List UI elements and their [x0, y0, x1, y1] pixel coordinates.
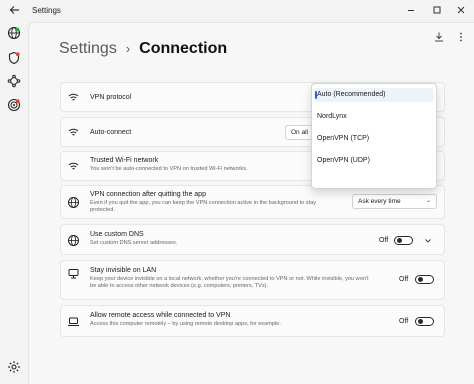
invisible-lan-toggle[interactable] — [415, 275, 434, 284]
target-icon[interactable] — [7, 98, 21, 112]
wifi-icon — [68, 93, 79, 101]
breadcrumb: Settings › Connection — [59, 40, 227, 58]
vpn-protocol-dropdown: Auto (Recommended) NordLynx OpenVPN (TCP… — [311, 83, 437, 189]
globe-icon — [68, 235, 79, 246]
breadcrumb-settings[interactable]: Settings — [59, 40, 117, 58]
page-title: Connection — [139, 40, 228, 57]
invisible-lan-state: Off — [399, 276, 409, 283]
auto-connect-title: Auto-connect — [90, 129, 132, 136]
close-icon[interactable] — [454, 3, 468, 17]
custom-dns-description: Set custom DNS server addresses. — [90, 240, 178, 246]
chevron-down-icon[interactable] — [424, 237, 432, 245]
dropdown-option-openvpn-tcp[interactable]: OpenVPN (TCP) — [317, 135, 369, 142]
after-quit-value: Ask every time — [358, 198, 401, 205]
invisible-lan-title: Stay invisible on LAN — [90, 267, 157, 274]
remote-access-state: Off — [399, 318, 409, 325]
settings-gear-icon[interactable] — [7, 360, 21, 374]
toggle-knob — [418, 319, 423, 325]
menu-dots-icon[interactable] — [455, 31, 467, 43]
toggle-knob — [397, 238, 402, 244]
meshnet-icon[interactable] — [7, 74, 21, 88]
sidebar — [0, 22, 28, 384]
dropdown-option-nordlynx[interactable]: NordLynx — [317, 113, 347, 120]
download-icon[interactable] — [433, 31, 445, 43]
trusted-wifi-title: Trusted Wi-Fi network — [90, 157, 159, 164]
after-quit-title: VPN connection after quitting the app — [90, 191, 206, 198]
after-quit-select[interactable]: Ask every time ⌄ — [352, 194, 437, 209]
wifi-arrow-icon — [68, 128, 79, 136]
title-bar: Settings — [0, 0, 474, 22]
main-content: Settings › Connection VPN protocol Auto-… — [28, 22, 474, 384]
custom-dns-state: Off — [379, 237, 389, 244]
after-quit-description: Even if you quit the app, you can keep t… — [90, 200, 317, 213]
custom-dns-title: Use custom DNS — [90, 231, 144, 238]
chevron-down-icon: ⌄ — [425, 198, 431, 204]
laptop-icon — [68, 317, 79, 326]
window-title: Settings — [32, 6, 61, 15]
auto-connect-value: On all — [291, 129, 308, 136]
invisible-lan-description: Keep your device invisible on a local ne… — [90, 276, 369, 289]
toggle-knob — [418, 277, 423, 283]
custom-dns-toggle[interactable] — [394, 236, 413, 245]
remote-access-description: Access this computer remotely – by using… — [90, 321, 281, 327]
trusted-wifi-description: You won't be auto-connected to VPN on tr… — [90, 166, 248, 172]
vpn-protocol-title: VPN protocol — [90, 94, 132, 101]
shield-icon[interactable] — [7, 51, 21, 65]
custom-dns-row: Use custom DNS Set custom DNS server add… — [60, 224, 445, 255]
remote-access-title: Allow remote access while connected to V… — [90, 312, 231, 319]
dropdown-option-auto[interactable]: Auto (Recommended) — [317, 91, 385, 98]
back-arrow-icon[interactable] — [8, 3, 22, 17]
dropdown-option-openvpn-udp[interactable]: OpenVPN (UDP) — [317, 157, 370, 164]
breadcrumb-separator: › — [125, 41, 131, 56]
globe-icon[interactable] — [7, 26, 21, 40]
globe-icon — [68, 197, 79, 208]
minimize-icon[interactable] — [404, 3, 418, 17]
wifi-icon — [68, 162, 79, 170]
maximize-icon[interactable] — [430, 3, 444, 17]
remote-access-row: Allow remote access while connected to V… — [60, 305, 445, 337]
after-quit-row: VPN connection after quitting the app Ev… — [60, 185, 445, 219]
devices-icon — [68, 269, 79, 279]
invisible-lan-row: Stay invisible on LAN Keep your device i… — [60, 260, 445, 300]
remote-access-toggle[interactable] — [415, 317, 434, 326]
